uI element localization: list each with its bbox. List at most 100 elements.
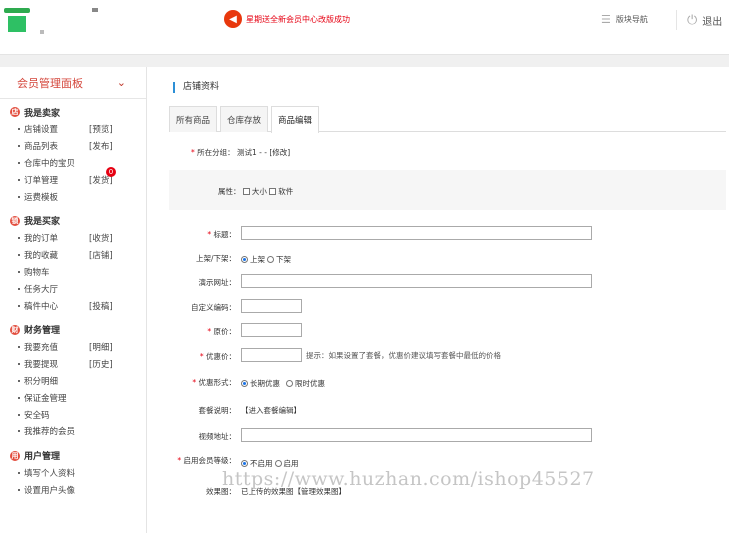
- sidebar-item-tag[interactable]: [明细]: [89, 341, 113, 353]
- sidebar-item-profile[interactable]: 填写个人资料: [0, 465, 146, 482]
- user-icon: 用: [10, 450, 20, 461]
- package-edit-link[interactable]: 【进入套餐编辑】: [241, 405, 301, 416]
- promo-form-options: 长期优惠 限时优惠: [241, 378, 325, 389]
- sidebar-item-product-list[interactable]: 商品列表 [发布]: [0, 138, 146, 155]
- watermark: https://www.huzhan.com/ishop45527: [222, 468, 595, 490]
- site-logo[interactable]: [4, 6, 104, 40]
- promo-price-label: * 优惠价：: [199, 352, 236, 361]
- exit-button[interactable]: ⏻ 退出: [676, 10, 722, 30]
- chevron-down-icon[interactable]: ⌄: [117, 76, 126, 89]
- sidebar-header[interactable]: 会员管理面板 ⌄: [0, 67, 146, 99]
- sidebar-item-deposit[interactable]: 保证金管理: [0, 389, 146, 406]
- promo-limited-radio[interactable]: [286, 380, 293, 387]
- demo-url-input[interactable]: [241, 274, 592, 288]
- lock-icon: 锁: [10, 215, 20, 226]
- notice-bar: ◀ 星期送全新会员中心改版成功: [224, 10, 350, 28]
- package-label: 套餐说明：: [198, 406, 237, 415]
- tab-all-products[interactable]: 所有商品: [169, 106, 218, 132]
- order-count-badge: 0: [106, 167, 116, 178]
- category-row: * 所在分组： 测试1 - - [修改]: [191, 147, 291, 158]
- page-title: 店铺资料: [173, 82, 219, 93]
- group-title: 财务管理: [24, 326, 61, 337]
- sidebar-item-label: 我推荐的会员: [24, 427, 76, 438]
- attr-size-label: 大小: [251, 187, 267, 196]
- group-title: 用户管理: [24, 452, 61, 463]
- listing-on-radio[interactable]: [241, 256, 248, 263]
- attr-size-checkbox[interactable]: [242, 188, 250, 195]
- sidebar-item-tag[interactable]: [历史]: [89, 358, 113, 370]
- sidebar-item-avatar[interactable]: 设置用户头像: [0, 482, 146, 499]
- sidebar-group-finance: 财财务管理 我要充值 [明细] 我要提现 [历史] 积分明细 保证金管理 安全码 我…: [0, 321, 146, 440]
- power-icon: ⏻: [687, 12, 698, 28]
- promo-limited-label: 限时优惠: [295, 379, 325, 388]
- sidebar-item-security-code[interactable]: 安全码: [0, 406, 146, 423]
- sidebar-item-referrals[interactable]: 我推荐的会员: [0, 423, 146, 440]
- list-icon: ☰: [601, 13, 611, 26]
- sidebar-title: 会员管理面板: [17, 76, 83, 90]
- category-value[interactable]: 测试1 - - [修改]: [237, 147, 290, 158]
- sidebar-item-recharge[interactable]: 我要充值 [明细]: [0, 339, 146, 356]
- member-off-radio[interactable]: [241, 460, 248, 467]
- promo-long-label: 长期优惠: [250, 379, 280, 388]
- sidebar-item-my-orders[interactable]: 我的订单 [收货]: [0, 230, 146, 247]
- promo-form-label: * 优惠形式：: [192, 378, 236, 387]
- listing-off-radio[interactable]: [267, 256, 274, 263]
- category-label: 所在分组：: [197, 148, 235, 157]
- sidebar-item-warehouse[interactable]: 仓库中的宝贝: [0, 155, 146, 172]
- notice-text[interactable]: 星期送全新会员中心改版成功: [246, 14, 350, 25]
- sidebar-item-tag[interactable]: [预览]: [89, 123, 113, 135]
- sidebar-item-tag[interactable]: [发布]: [89, 140, 113, 152]
- title-label: * 标题：: [207, 230, 236, 239]
- sidebar-item-favorites[interactable]: 我的收藏 [店铺]: [0, 247, 146, 264]
- attr-label: 属性：: [218, 187, 241, 196]
- promo-price-input[interactable]: [241, 348, 302, 362]
- sidebar-item-points[interactable]: 积分明细: [0, 373, 146, 390]
- listing-on-label: 上架: [250, 255, 265, 264]
- coin-icon: 财: [10, 324, 20, 335]
- listing-label: 上架/下架：: [195, 254, 236, 263]
- tab-bar: 所有商品 仓库存放 商品编辑: [169, 106, 726, 133]
- sidebar-item-shop-settings[interactable]: 店铺设置 [预览]: [0, 121, 146, 138]
- sidebar-item-cart[interactable]: 购物车: [0, 264, 146, 281]
- sidebar-item-label: 我要充值: [24, 343, 59, 354]
- sidebar-item-label: 保证金管理: [24, 393, 67, 404]
- exit-label: 退出: [702, 16, 723, 28]
- demo-url-label: 演示网址：: [198, 278, 237, 287]
- video-url-input[interactable]: [241, 428, 592, 442]
- attr-software-label: 软件: [278, 187, 294, 196]
- tab-warehouse[interactable]: 仓库存放: [220, 106, 269, 132]
- sidebar-item-label: 稿件中心: [24, 301, 59, 312]
- sidebar-item-tag[interactable]: [店铺]: [89, 249, 113, 261]
- sidebar-item-label: 安全码: [24, 410, 50, 421]
- custom-code-input[interactable]: [241, 299, 302, 313]
- sidebar-group-buyer: 锁我是买家 我的订单 [收货] 我的收藏 [店铺] 购物车 任务大厅 稿件中心 [投稿…: [0, 212, 146, 314]
- sidebar: 会员管理面板 ⌄ 店我是卖家 店铺设置 [预览] 商品列表 [发布] 仓库中的宝贝 …: [0, 67, 147, 533]
- price-input[interactable]: [241, 323, 302, 337]
- attr-software-checkbox[interactable]: [269, 188, 277, 195]
- sidebar-item-withdraw[interactable]: 我要提现 [历史]: [0, 356, 146, 373]
- title-input[interactable]: [241, 226, 592, 240]
- header-divider: [0, 55, 729, 67]
- section-nav-label: 版块导航: [615, 15, 648, 24]
- sidebar-item-shipping-template[interactable]: 运费模板: [0, 188, 146, 205]
- promo-long-radio[interactable]: [241, 380, 248, 387]
- sidebar-item-tag[interactable]: [投稿]: [89, 300, 113, 312]
- sidebar-item-label: 设置用户头像: [24, 485, 76, 496]
- speaker-icon: ◀: [224, 10, 242, 28]
- custom-code-label: 自定义编码：: [191, 303, 236, 312]
- price-label: * 原价：: [207, 327, 236, 336]
- sidebar-item-manuscripts[interactable]: 稿件中心 [投稿]: [0, 297, 146, 314]
- section-nav-link[interactable]: ☰ 版块导航: [601, 13, 648, 26]
- sidebar-item-label: 积分明细: [24, 376, 59, 387]
- attributes-row: 属性： 大小 软件: [218, 186, 293, 197]
- sidebar-item-label: 任务大厅: [24, 284, 59, 295]
- sidebar-item-task-hall[interactable]: 任务大厅: [0, 280, 146, 297]
- group-title: 我是卖家: [24, 108, 61, 119]
- sidebar-item-tag[interactable]: [收货]: [89, 232, 113, 244]
- member-level-label: * 启用会员等级：: [177, 456, 236, 465]
- sidebar-item-orders[interactable]: 订单管理 [发货] 0: [0, 167, 146, 188]
- tab-product-edit[interactable]: 商品编辑: [271, 106, 320, 133]
- promo-hint: 提示：如果设置了套餐，优惠价建议填写套餐中最低的价格: [306, 351, 501, 360]
- member-on-radio[interactable]: [274, 460, 282, 467]
- sidebar-group-seller: 店我是卖家 店铺设置 [预览] 商品列表 [发布] 仓库中的宝贝 订单管理 [发货] 0…: [0, 103, 146, 205]
